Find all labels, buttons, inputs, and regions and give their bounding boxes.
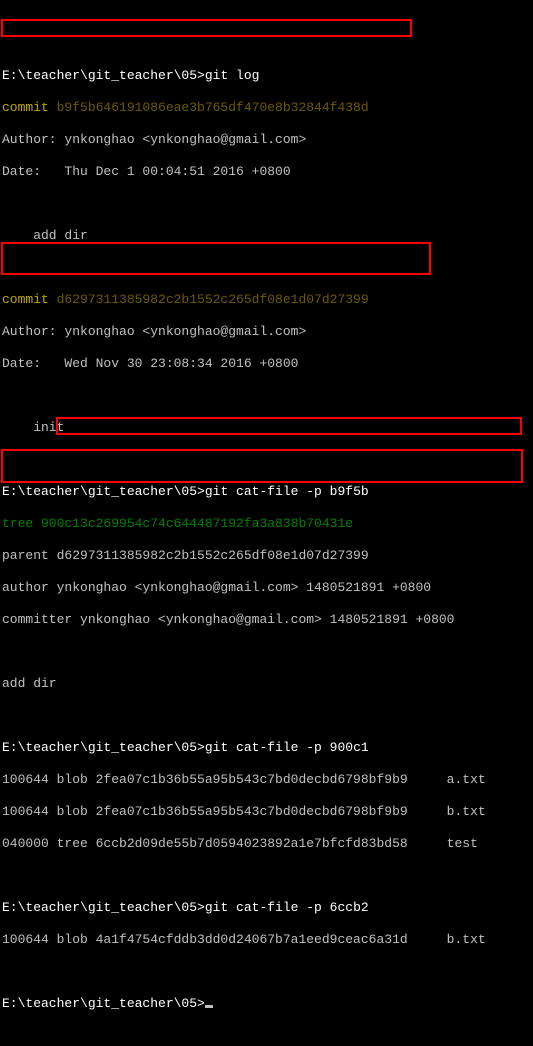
cursor — [205, 1005, 213, 1008]
commit-label: commit — [2, 292, 57, 307]
blank-line — [2, 708, 531, 724]
commit-message: add dir — [2, 676, 531, 692]
prompt-line-1[interactable]: E:\teacher\git_teacher\05>git log — [2, 68, 531, 84]
prompt: E:\teacher\git_teacher\05> — [2, 996, 205, 1011]
ls-entry: 100644 blob 2fea07c1b36b55a95b543c7bd0de… — [2, 772, 531, 788]
blank-line — [2, 388, 531, 404]
command: git cat-file -p 6ccb2 — [205, 900, 369, 915]
highlight-box-commit-hash — [1, 19, 412, 37]
prompt: E:\teacher\git_teacher\05> — [2, 484, 205, 499]
author-line: Author: ynkonghao <ynkonghao@gmail.com> — [2, 324, 531, 340]
author-raw-line: author ynkonghao <ynkonghao@gmail.com> 1… — [2, 580, 531, 596]
prompt-line-3[interactable]: E:\teacher\git_teacher\05>git cat-file -… — [2, 740, 531, 756]
commit-line-1: commit b9f5b646191086eae3b765df470e8b328… — [2, 100, 531, 116]
commit-line-2: commit d6297311385982c2b1552c265df08e1d0… — [2, 292, 531, 308]
prompt: E:\teacher\git_teacher\05> — [2, 740, 205, 755]
blank-line — [2, 260, 531, 276]
blank-line — [2, 868, 531, 884]
prompt: E:\teacher\git_teacher\05> — [2, 900, 205, 915]
date-line: Date: Thu Dec 1 00:04:51 2016 +0800 — [2, 164, 531, 180]
blank-line — [2, 196, 531, 212]
blank-line — [2, 644, 531, 660]
commit-hash: d6297311385982c2b1552c265df08e1d07d27399 — [57, 292, 369, 307]
ls-entry: 040000 tree 6ccb2d09de55b7d0594023892a1e… — [2, 836, 531, 852]
commit-label: commit — [2, 100, 57, 115]
prompt: E:\teacher\git_teacher\05> — [2, 68, 205, 83]
commit-message: add dir — [2, 228, 531, 244]
command: git cat-file -p 900c1 — [205, 740, 369, 755]
commit-message: init — [2, 420, 531, 436]
blank-line — [2, 452, 531, 468]
ls-entry: 100644 blob 4a1f4754cfddb3dd0d24067b7a1e… — [2, 932, 531, 948]
command: git log — [205, 68, 260, 83]
author-line: Author: ynkonghao <ynkonghao@gmail.com> — [2, 132, 531, 148]
commit-hash: b9f5b646191086eae3b765df470e8b32844f438d — [57, 100, 369, 115]
prompt-line-4[interactable]: E:\teacher\git_teacher\05>git cat-file -… — [2, 900, 531, 916]
parent-line: parent d6297311385982c2b1552c265df08e1d0… — [2, 548, 531, 564]
prompt-line-2[interactable]: E:\teacher\git_teacher\05>git cat-file -… — [2, 484, 531, 500]
date-line: Date: Wed Nov 30 23:08:34 2016 +0800 — [2, 356, 531, 372]
blank-line — [2, 964, 531, 980]
committer-line: committer ynkonghao <ynkonghao@gmail.com… — [2, 612, 531, 628]
command: git cat-file -p b9f5b — [205, 484, 369, 499]
prompt-line-5[interactable]: E:\teacher\git_teacher\05> — [2, 996, 531, 1012]
ls-entry: 100644 blob 2fea07c1b36b55a95b543c7bd0de… — [2, 804, 531, 820]
tree-line: tree 900c13c269954c74c644487192fa3a838b7… — [2, 516, 531, 532]
